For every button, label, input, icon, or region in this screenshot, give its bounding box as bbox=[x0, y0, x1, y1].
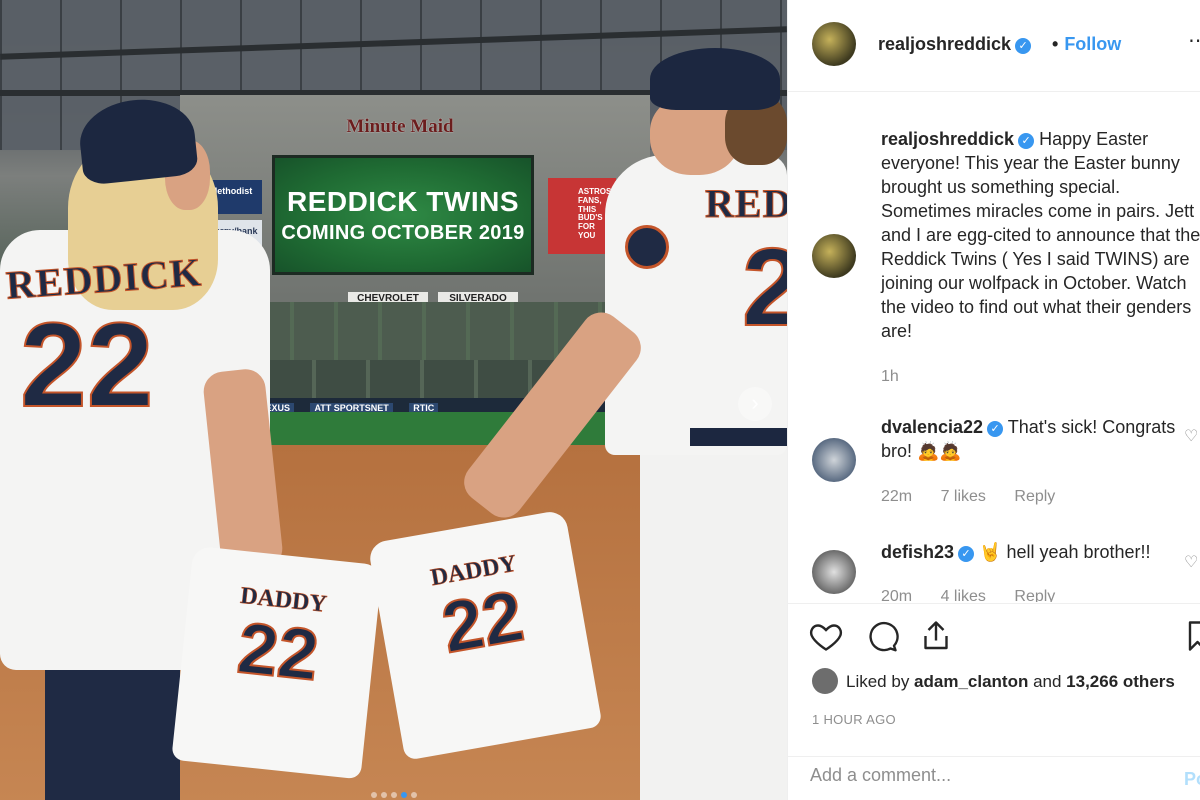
heart-icon[interactable] bbox=[808, 618, 844, 654]
header-username[interactable]: realjoshreddick ✓ bbox=[878, 34, 1032, 55]
man-pants bbox=[640, 440, 787, 800]
comment-username[interactable]: dvalencia22 bbox=[881, 417, 983, 437]
comment-text: 🤘 hell yeah brother!! bbox=[979, 542, 1151, 562]
likes-suffix: and bbox=[1028, 672, 1067, 691]
reply-button[interactable]: Reply bbox=[1014, 588, 1055, 602]
verified-badge-icon: ✓ bbox=[1018, 133, 1035, 149]
carousel-dot-active bbox=[400, 792, 407, 798]
likes-count[interactable]: 13,266 others bbox=[1066, 672, 1175, 691]
post-photo[interactable]: Minute Maid Methodist energy/bank REDDIC… bbox=[0, 0, 787, 800]
likes-prefix: Liked by bbox=[846, 672, 915, 691]
caption-time: 1h bbox=[881, 368, 899, 385]
onesie-right: DADDY 22 bbox=[367, 509, 603, 761]
avatar[interactable] bbox=[812, 22, 856, 66]
carousel-dot bbox=[370, 792, 377, 798]
man-belt bbox=[690, 428, 787, 446]
caption-text-block: realjoshreddick ✓ Happy Easter everyone! … bbox=[881, 127, 1200, 343]
comment-item: defish23 ✓ 🤘 hell yeah brother!! bbox=[881, 540, 1200, 564]
add-comment-bar: Post bbox=[788, 756, 1200, 800]
carousel-dot bbox=[390, 792, 397, 798]
username-text[interactable]: realjoshreddick bbox=[878, 34, 1011, 54]
more-options-icon[interactable]: ⋯ bbox=[1188, 28, 1200, 53]
comment-input[interactable] bbox=[810, 765, 1150, 786]
post-side-panel: realjoshreddick ✓ • Follow ⋯ realjoshreddi… bbox=[787, 0, 1200, 800]
comment-likes[interactable]: 4 likes bbox=[941, 588, 986, 602]
post-header: realjoshreddick ✓ • Follow ⋯ bbox=[788, 0, 1200, 92]
separator-dot: • bbox=[1052, 34, 1059, 54]
onesie-left: DADDY 22 bbox=[171, 545, 383, 780]
comment-meta: 22m 7 likes Reply bbox=[881, 488, 1079, 506]
carousel-dot bbox=[410, 792, 417, 798]
man-jersey-name: REDD bbox=[704, 181, 787, 227]
post-actions: Liked by adam_clanton and 13,266 others … bbox=[788, 603, 1200, 800]
comments-list[interactable]: realjoshreddick ✓ Happy Easter everyone! … bbox=[788, 92, 1200, 602]
follow-button[interactable]: • Follow bbox=[1052, 34, 1121, 55]
verified-badge-icon: ✓ bbox=[1015, 38, 1032, 54]
comment-username[interactable]: defish23 bbox=[881, 542, 954, 562]
scoreboard-subtitle: COMING OCTOBER 2019 bbox=[281, 222, 525, 244]
comment-avatar[interactable] bbox=[812, 438, 856, 482]
comment-meta: 20m 4 likes Reply bbox=[881, 588, 1079, 602]
scoreboard: REDDICK TWINS COMING OCTOBER 2019 bbox=[272, 155, 534, 275]
comment-time: 20m bbox=[881, 588, 913, 602]
likes-username[interactable]: adam_clanton bbox=[914, 672, 1028, 691]
comment-icon[interactable] bbox=[864, 618, 900, 654]
verified-badge-icon: ✓ bbox=[958, 546, 975, 562]
stadium-brand-sign: Minute Maid bbox=[346, 116, 454, 137]
caption-avatar[interactable] bbox=[812, 234, 856, 278]
comment-time: 22m bbox=[881, 488, 913, 505]
verified-badge-icon: ✓ bbox=[987, 421, 1004, 437]
man-jersey-number: 2 bbox=[741, 226, 787, 349]
likes-summary: Liked by adam_clanton and 13,266 others bbox=[812, 668, 1175, 694]
heart-icon[interactable]: ♡ bbox=[1184, 426, 1198, 446]
follow-label[interactable]: Follow bbox=[1064, 34, 1121, 54]
share-icon[interactable] bbox=[918, 618, 954, 654]
astros-patch bbox=[625, 225, 669, 269]
comment-item: dvalencia22 ✓ That's sick! Congrats bro! … bbox=[881, 415, 1200, 463]
carousel-indicator bbox=[0, 785, 787, 800]
carousel-dot bbox=[380, 792, 387, 798]
heart-icon[interactable]: ♡ bbox=[1184, 552, 1198, 572]
caption-body: Happy Easter everyone! This year the Eas… bbox=[881, 129, 1200, 341]
post-timestamp[interactable]: 1 HOUR AGO bbox=[812, 712, 896, 727]
caption-username[interactable]: realjoshreddick bbox=[881, 129, 1014, 149]
caption-meta: 1h bbox=[881, 368, 923, 386]
chevron-right-icon[interactable]: › bbox=[738, 387, 772, 421]
scoreboard-title: REDDICK TWINS bbox=[286, 186, 520, 217]
avatar[interactable] bbox=[812, 668, 838, 694]
comment-likes[interactable]: 7 likes bbox=[941, 488, 986, 505]
comment-avatar[interactable] bbox=[812, 550, 856, 594]
woman-jersey-number: 22 bbox=[19, 298, 154, 432]
bookmark-icon[interactable] bbox=[1186, 618, 1200, 654]
reply-button[interactable]: Reply bbox=[1014, 488, 1055, 505]
post-button[interactable]: Post bbox=[1184, 769, 1200, 790]
man-cap bbox=[650, 48, 780, 110]
